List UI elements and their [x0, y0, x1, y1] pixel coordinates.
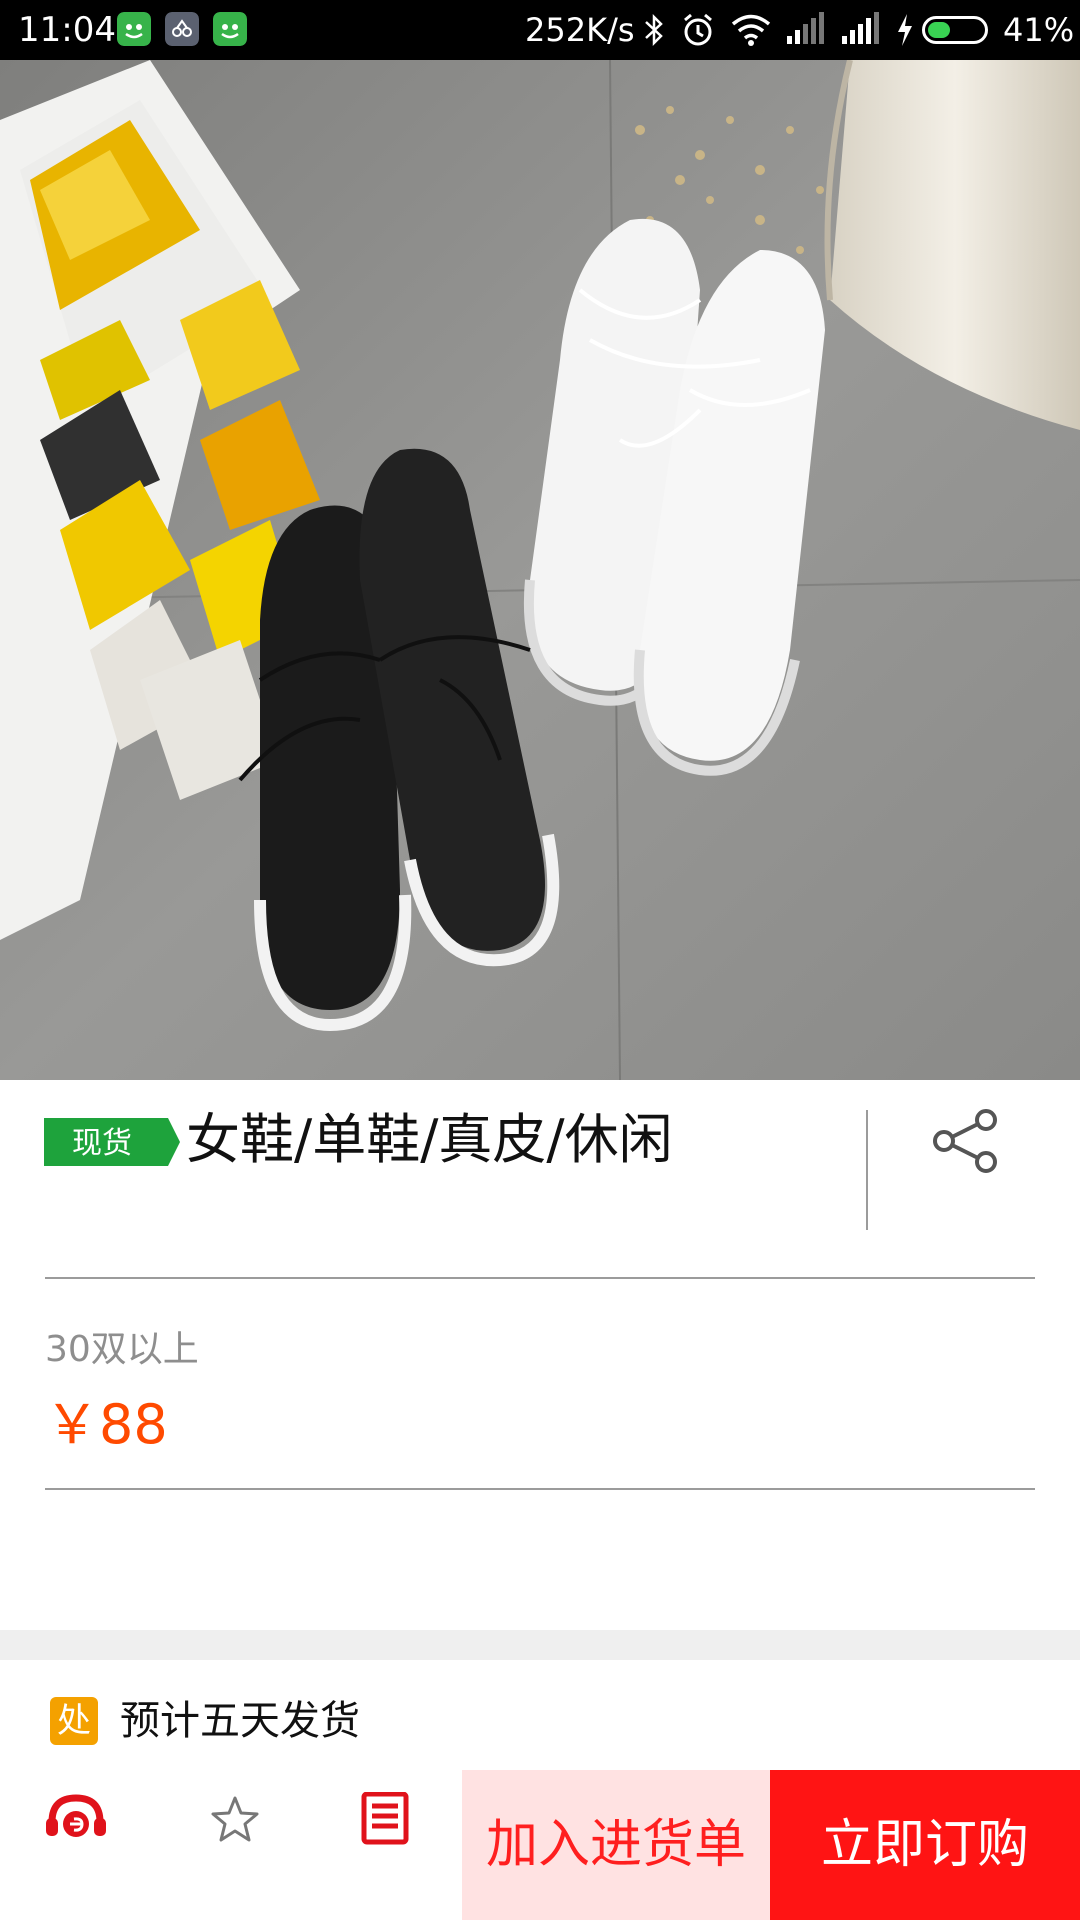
quantity-label: 30双以上 — [45, 1329, 199, 1370]
in-stock-tag: 现货 — [44, 1118, 180, 1166]
price: ￥88 — [45, 1393, 168, 1456]
product-photo[interactable] — [0, 60, 1080, 1080]
battery-icon — [922, 16, 988, 44]
wechat-icon — [117, 12, 151, 46]
alarm-icon — [684, 13, 712, 46]
wechat-icon — [213, 12, 247, 46]
shipping-icon: 处 — [50, 1697, 98, 1745]
wifi-icon — [731, 14, 771, 46]
signal-icon — [842, 12, 879, 44]
battery-percent: 41% — [1003, 11, 1075, 49]
customer-service-icon[interactable] — [44, 1792, 108, 1846]
network-speed: 252K/s — [525, 11, 635, 49]
share-icon[interactable] — [930, 1108, 1000, 1174]
divider — [45, 1488, 1035, 1490]
status-bar: 11:04 252K/s 41% — [0, 0, 1080, 60]
add-to-cart-button[interactable]: 加入进货单 — [462, 1770, 770, 1920]
vertical-divider — [866, 1110, 868, 1230]
section-separator — [0, 1630, 1080, 1660]
divider — [45, 1277, 1035, 1279]
bluetooth-icon — [645, 13, 663, 47]
shipping-icon-char: 处 — [57, 1701, 91, 1741]
battery-level — [928, 22, 950, 38]
product-title: 女鞋/单鞋/真皮/休闲 — [186, 1108, 673, 1171]
signal-icon — [787, 12, 824, 44]
star-icon[interactable] — [203, 1792, 267, 1846]
buy-now-button[interactable]: 立即订购 — [770, 1770, 1080, 1920]
charging-icon — [898, 14, 912, 46]
in-stock-tag-text: 现货 — [72, 1126, 132, 1161]
list-icon[interactable] — [354, 1792, 418, 1846]
app-icon — [165, 12, 199, 46]
shipping-estimate: 预计五天发货 — [120, 1698, 360, 1744]
status-time: 11:04 — [18, 10, 116, 50]
